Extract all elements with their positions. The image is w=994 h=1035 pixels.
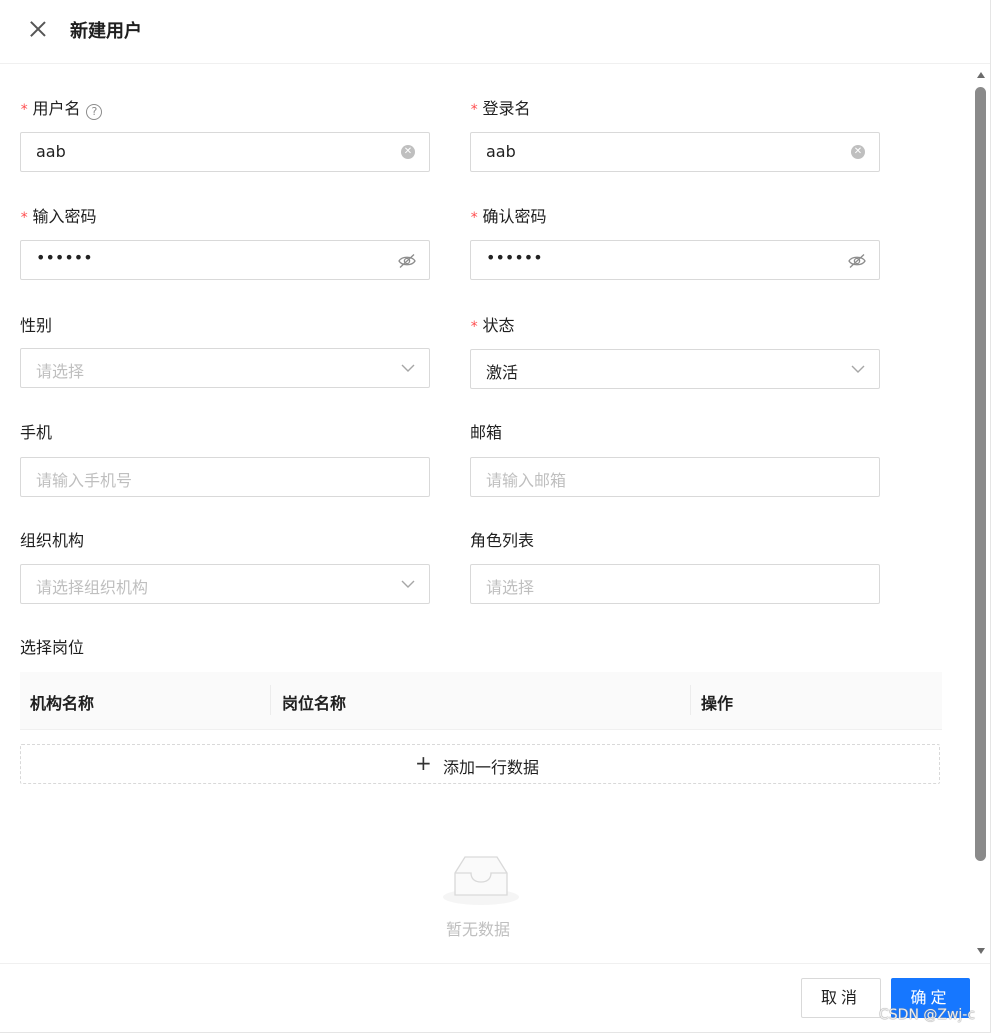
email-input[interactable]: 请输入邮箱	[470, 457, 880, 497]
gender-label: 性别	[20, 316, 53, 335]
gender-select[interactable]: 请选择	[20, 348, 430, 388]
gender-placeholder: 请选择	[36, 362, 85, 381]
chevron-down-icon	[851, 365, 865, 373]
phone-label: 手机	[20, 423, 53, 442]
add-row-label: 添加一行数据	[443, 758, 540, 777]
vertical-scrollbar[interactable]	[972, 65, 990, 963]
empty-inbox-icon	[443, 856, 519, 905]
column-divider	[690, 685, 691, 715]
positions-table-header: 机构名称 岗位名称 操作	[20, 672, 942, 730]
scroll-thumb[interactable]	[975, 87, 986, 861]
scroll-down-arrow-icon[interactable]	[977, 948, 985, 954]
column-actions: 操作	[701, 694, 734, 713]
password-label: * 输入密码	[20, 207, 97, 226]
watermark: CSDN @Zwj-c	[879, 1007, 976, 1023]
positions-label: 选择岗位	[20, 638, 85, 657]
roles-label: 角色列表	[470, 531, 535, 550]
email-placeholder: 请输入邮箱	[486, 471, 567, 490]
roles-placeholder: 请选择	[486, 578, 535, 597]
required-mark: *	[470, 102, 479, 118]
confirm-password-value: ••••••	[486, 248, 543, 267]
roles-select[interactable]: 请选择	[470, 564, 880, 604]
username-value: aab	[36, 142, 66, 161]
username-label: * 用户名?	[20, 98, 103, 121]
required-mark: *	[470, 319, 479, 335]
modal-title: 新建用户	[70, 21, 142, 42]
modal-body: * 用户名? aab ✕ * 登录名 aab ✕ * 输入密码 •••••• * 确认密…	[0, 65, 972, 963]
eye-invisible-icon[interactable]	[848, 253, 866, 269]
phone-placeholder: 请输入手机号	[36, 471, 133, 490]
chevron-down-icon	[401, 364, 415, 372]
clear-icon[interactable]: ✕	[401, 145, 415, 159]
required-mark: *	[470, 210, 479, 226]
status-value: 激活	[486, 363, 519, 382]
status-select[interactable]: 激活	[470, 349, 880, 389]
org-label: 组织机构	[20, 531, 85, 550]
login-name-label: * 登录名	[470, 99, 531, 118]
username-input[interactable]: aab ✕	[20, 132, 430, 172]
password-input[interactable]: ••••••	[20, 240, 430, 280]
email-label: 邮箱	[470, 423, 503, 442]
column-org-name: 机构名称	[30, 694, 95, 713]
scroll-up-arrow-icon[interactable]	[977, 72, 985, 78]
modal-footer: 取消 确定	[0, 963, 990, 1033]
org-placeholder: 请选择组织机构	[36, 578, 149, 597]
org-select[interactable]: 请选择组织机构	[20, 564, 430, 604]
column-divider	[270, 685, 271, 715]
phone-input[interactable]: 请输入手机号	[20, 457, 430, 497]
required-mark: *	[20, 102, 29, 118]
cancel-button[interactable]: 取消	[801, 978, 881, 1018]
chevron-down-icon	[401, 580, 415, 588]
modal-header: 新建用户	[0, 0, 990, 64]
add-row-button[interactable]: + 添加一行数据	[20, 744, 940, 784]
login-name-value: aab	[486, 142, 516, 161]
column-position-name: 岗位名称	[282, 694, 347, 713]
status-label: * 状态	[470, 316, 515, 335]
required-mark: *	[20, 210, 29, 226]
eye-invisible-icon[interactable]	[398, 253, 416, 269]
login-name-input[interactable]: aab ✕	[470, 132, 880, 172]
confirm-password-label: * 确认密码	[470, 207, 547, 226]
plus-icon: +	[415, 751, 432, 775]
new-user-modal: 新建用户 * 用户名? aab ✕ * 登录名 aab ✕ * 输入密码 ••••••	[0, 0, 991, 1033]
confirm-password-input[interactable]: ••••••	[470, 240, 880, 280]
close-icon[interactable]	[27, 18, 49, 40]
empty-text: 暂无数据	[446, 920, 511, 939]
clear-icon[interactable]: ✕	[851, 145, 865, 159]
question-circle-icon[interactable]: ?	[86, 104, 103, 120]
password-value: ••••••	[36, 248, 93, 267]
